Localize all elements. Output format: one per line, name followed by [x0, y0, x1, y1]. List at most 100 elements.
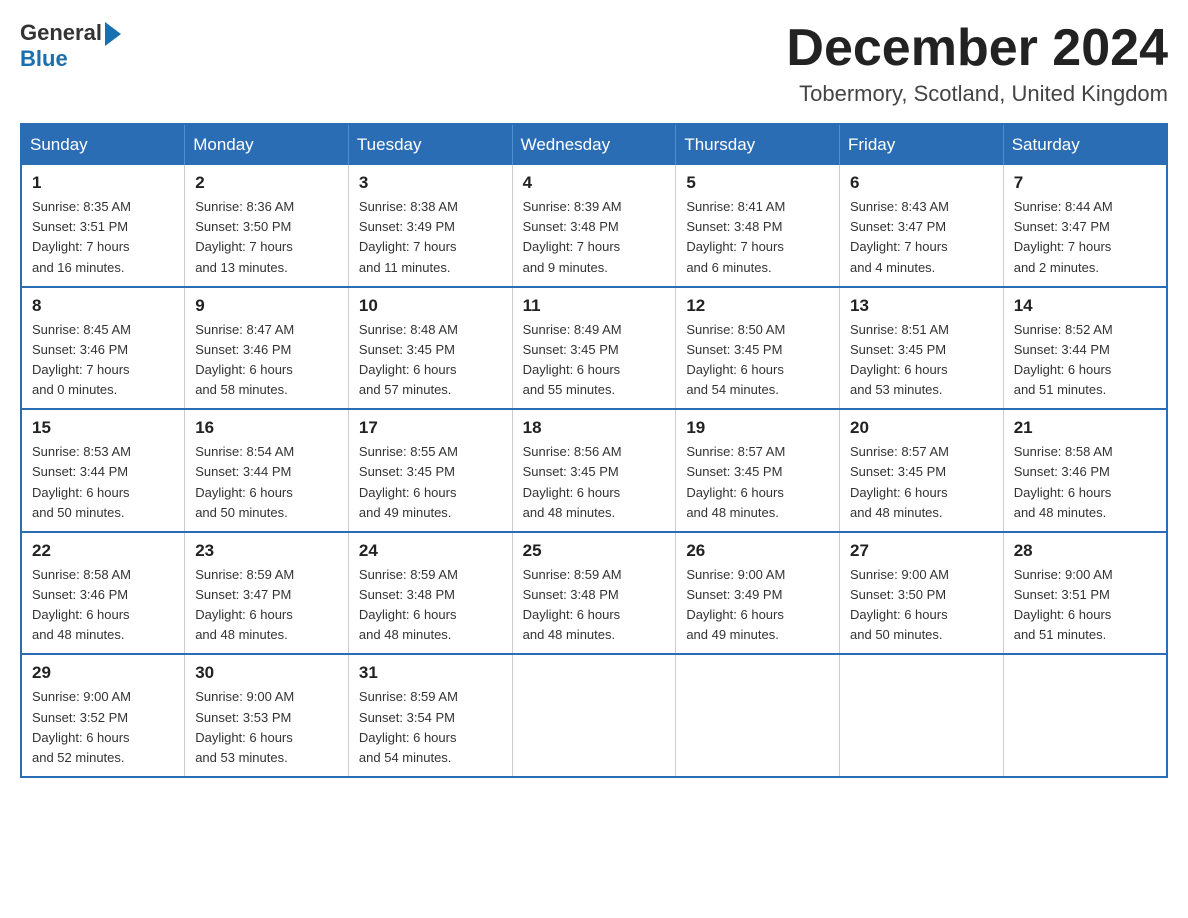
calendar-cell: 1 Sunrise: 8:35 AMSunset: 3:51 PMDayligh…	[21, 165, 185, 287]
calendar-header-row: SundayMondayTuesdayWednesdayThursdayFrid…	[21, 124, 1167, 165]
day-number: 12	[686, 296, 829, 316]
day-info: Sunrise: 9:00 AMSunset: 3:50 PMDaylight:…	[850, 565, 993, 646]
day-info: Sunrise: 8:39 AMSunset: 3:48 PMDaylight:…	[523, 197, 666, 278]
day-info: Sunrise: 8:51 AMSunset: 3:45 PMDaylight:…	[850, 320, 993, 401]
calendar-cell: 29 Sunrise: 9:00 AMSunset: 3:52 PMDaylig…	[21, 654, 185, 777]
day-number: 1	[32, 173, 174, 193]
day-number: 5	[686, 173, 829, 193]
day-number: 27	[850, 541, 993, 561]
day-number: 15	[32, 418, 174, 438]
day-info: Sunrise: 8:49 AMSunset: 3:45 PMDaylight:…	[523, 320, 666, 401]
day-number: 10	[359, 296, 502, 316]
day-number: 9	[195, 296, 338, 316]
day-number: 8	[32, 296, 174, 316]
calendar-cell: 16 Sunrise: 8:54 AMSunset: 3:44 PMDaylig…	[185, 409, 349, 532]
day-number: 4	[523, 173, 666, 193]
day-number: 23	[195, 541, 338, 561]
calendar-table: SundayMondayTuesdayWednesdayThursdayFrid…	[20, 123, 1168, 778]
day-number: 2	[195, 173, 338, 193]
day-number: 26	[686, 541, 829, 561]
day-info: Sunrise: 8:53 AMSunset: 3:44 PMDaylight:…	[32, 442, 174, 523]
logo-text-blue: Blue	[20, 46, 68, 72]
day-number: 31	[359, 663, 502, 683]
calendar-cell: 5 Sunrise: 8:41 AMSunset: 3:48 PMDayligh…	[676, 165, 840, 287]
day-info: Sunrise: 8:54 AMSunset: 3:44 PMDaylight:…	[195, 442, 338, 523]
calendar-cell: 20 Sunrise: 8:57 AMSunset: 3:45 PMDaylig…	[840, 409, 1004, 532]
calendar-cell	[1003, 654, 1167, 777]
title-area: December 2024 Tobermory, Scotland, Unite…	[786, 20, 1168, 107]
calendar-cell: 10 Sunrise: 8:48 AMSunset: 3:45 PMDaylig…	[348, 287, 512, 410]
calendar-cell: 13 Sunrise: 8:51 AMSunset: 3:45 PMDaylig…	[840, 287, 1004, 410]
day-number: 28	[1014, 541, 1156, 561]
calendar-cell: 2 Sunrise: 8:36 AMSunset: 3:50 PMDayligh…	[185, 165, 349, 287]
day-number: 17	[359, 418, 502, 438]
day-number: 25	[523, 541, 666, 561]
day-number: 13	[850, 296, 993, 316]
day-number: 21	[1014, 418, 1156, 438]
calendar-cell: 4 Sunrise: 8:39 AMSunset: 3:48 PMDayligh…	[512, 165, 676, 287]
calendar-week-row: 8 Sunrise: 8:45 AMSunset: 3:46 PMDayligh…	[21, 287, 1167, 410]
day-number: 20	[850, 418, 993, 438]
day-info: Sunrise: 8:59 AMSunset: 3:48 PMDaylight:…	[359, 565, 502, 646]
day-number: 14	[1014, 296, 1156, 316]
calendar-day-header: Friday	[840, 124, 1004, 165]
day-number: 24	[359, 541, 502, 561]
day-number: 29	[32, 663, 174, 683]
calendar-cell: 23 Sunrise: 8:59 AMSunset: 3:47 PMDaylig…	[185, 532, 349, 655]
calendar-cell: 31 Sunrise: 8:59 AMSunset: 3:54 PMDaylig…	[348, 654, 512, 777]
calendar-week-row: 15 Sunrise: 8:53 AMSunset: 3:44 PMDaylig…	[21, 409, 1167, 532]
page-header: General Blue December 2024 Tobermory, Sc…	[20, 20, 1168, 107]
calendar-cell: 27 Sunrise: 9:00 AMSunset: 3:50 PMDaylig…	[840, 532, 1004, 655]
calendar-cell: 8 Sunrise: 8:45 AMSunset: 3:46 PMDayligh…	[21, 287, 185, 410]
month-title: December 2024	[786, 20, 1168, 77]
calendar-cell: 9 Sunrise: 8:47 AMSunset: 3:46 PMDayligh…	[185, 287, 349, 410]
logo-arrow-icon	[105, 22, 121, 46]
calendar-cell: 7 Sunrise: 8:44 AMSunset: 3:47 PMDayligh…	[1003, 165, 1167, 287]
day-info: Sunrise: 8:38 AMSunset: 3:49 PMDaylight:…	[359, 197, 502, 278]
day-info: Sunrise: 8:36 AMSunset: 3:50 PMDaylight:…	[195, 197, 338, 278]
calendar-day-header: Saturday	[1003, 124, 1167, 165]
day-info: Sunrise: 8:52 AMSunset: 3:44 PMDaylight:…	[1014, 320, 1156, 401]
calendar-cell: 18 Sunrise: 8:56 AMSunset: 3:45 PMDaylig…	[512, 409, 676, 532]
day-info: Sunrise: 8:58 AMSunset: 3:46 PMDaylight:…	[1014, 442, 1156, 523]
day-info: Sunrise: 8:59 AMSunset: 3:54 PMDaylight:…	[359, 687, 502, 768]
day-info: Sunrise: 8:57 AMSunset: 3:45 PMDaylight:…	[850, 442, 993, 523]
calendar-week-row: 1 Sunrise: 8:35 AMSunset: 3:51 PMDayligh…	[21, 165, 1167, 287]
day-info: Sunrise: 8:44 AMSunset: 3:47 PMDaylight:…	[1014, 197, 1156, 278]
calendar-day-header: Tuesday	[348, 124, 512, 165]
day-info: Sunrise: 8:55 AMSunset: 3:45 PMDaylight:…	[359, 442, 502, 523]
calendar-cell: 26 Sunrise: 9:00 AMSunset: 3:49 PMDaylig…	[676, 532, 840, 655]
day-number: 6	[850, 173, 993, 193]
day-number: 11	[523, 296, 666, 316]
day-info: Sunrise: 9:00 AMSunset: 3:52 PMDaylight:…	[32, 687, 174, 768]
calendar-cell: 28 Sunrise: 9:00 AMSunset: 3:51 PMDaylig…	[1003, 532, 1167, 655]
day-info: Sunrise: 9:00 AMSunset: 3:53 PMDaylight:…	[195, 687, 338, 768]
day-info: Sunrise: 8:58 AMSunset: 3:46 PMDaylight:…	[32, 565, 174, 646]
calendar-cell	[840, 654, 1004, 777]
day-number: 7	[1014, 173, 1156, 193]
day-info: Sunrise: 8:59 AMSunset: 3:48 PMDaylight:…	[523, 565, 666, 646]
day-number: 3	[359, 173, 502, 193]
day-info: Sunrise: 8:59 AMSunset: 3:47 PMDaylight:…	[195, 565, 338, 646]
calendar-cell: 22 Sunrise: 8:58 AMSunset: 3:46 PMDaylig…	[21, 532, 185, 655]
day-number: 18	[523, 418, 666, 438]
day-info: Sunrise: 8:50 AMSunset: 3:45 PMDaylight:…	[686, 320, 829, 401]
calendar-cell: 17 Sunrise: 8:55 AMSunset: 3:45 PMDaylig…	[348, 409, 512, 532]
calendar-week-row: 29 Sunrise: 9:00 AMSunset: 3:52 PMDaylig…	[21, 654, 1167, 777]
calendar-day-header: Monday	[185, 124, 349, 165]
logo-text-general: General	[20, 20, 102, 46]
calendar-day-header: Sunday	[21, 124, 185, 165]
day-info: Sunrise: 8:48 AMSunset: 3:45 PMDaylight:…	[359, 320, 502, 401]
day-info: Sunrise: 8:35 AMSunset: 3:51 PMDaylight:…	[32, 197, 174, 278]
day-number: 16	[195, 418, 338, 438]
calendar-cell: 19 Sunrise: 8:57 AMSunset: 3:45 PMDaylig…	[676, 409, 840, 532]
calendar-cell: 11 Sunrise: 8:49 AMSunset: 3:45 PMDaylig…	[512, 287, 676, 410]
calendar-cell	[676, 654, 840, 777]
day-info: Sunrise: 8:43 AMSunset: 3:47 PMDaylight:…	[850, 197, 993, 278]
day-info: Sunrise: 8:57 AMSunset: 3:45 PMDaylight:…	[686, 442, 829, 523]
calendar-cell: 25 Sunrise: 8:59 AMSunset: 3:48 PMDaylig…	[512, 532, 676, 655]
day-info: Sunrise: 9:00 AMSunset: 3:51 PMDaylight:…	[1014, 565, 1156, 646]
calendar-cell	[512, 654, 676, 777]
calendar-day-header: Thursday	[676, 124, 840, 165]
calendar-cell: 14 Sunrise: 8:52 AMSunset: 3:44 PMDaylig…	[1003, 287, 1167, 410]
